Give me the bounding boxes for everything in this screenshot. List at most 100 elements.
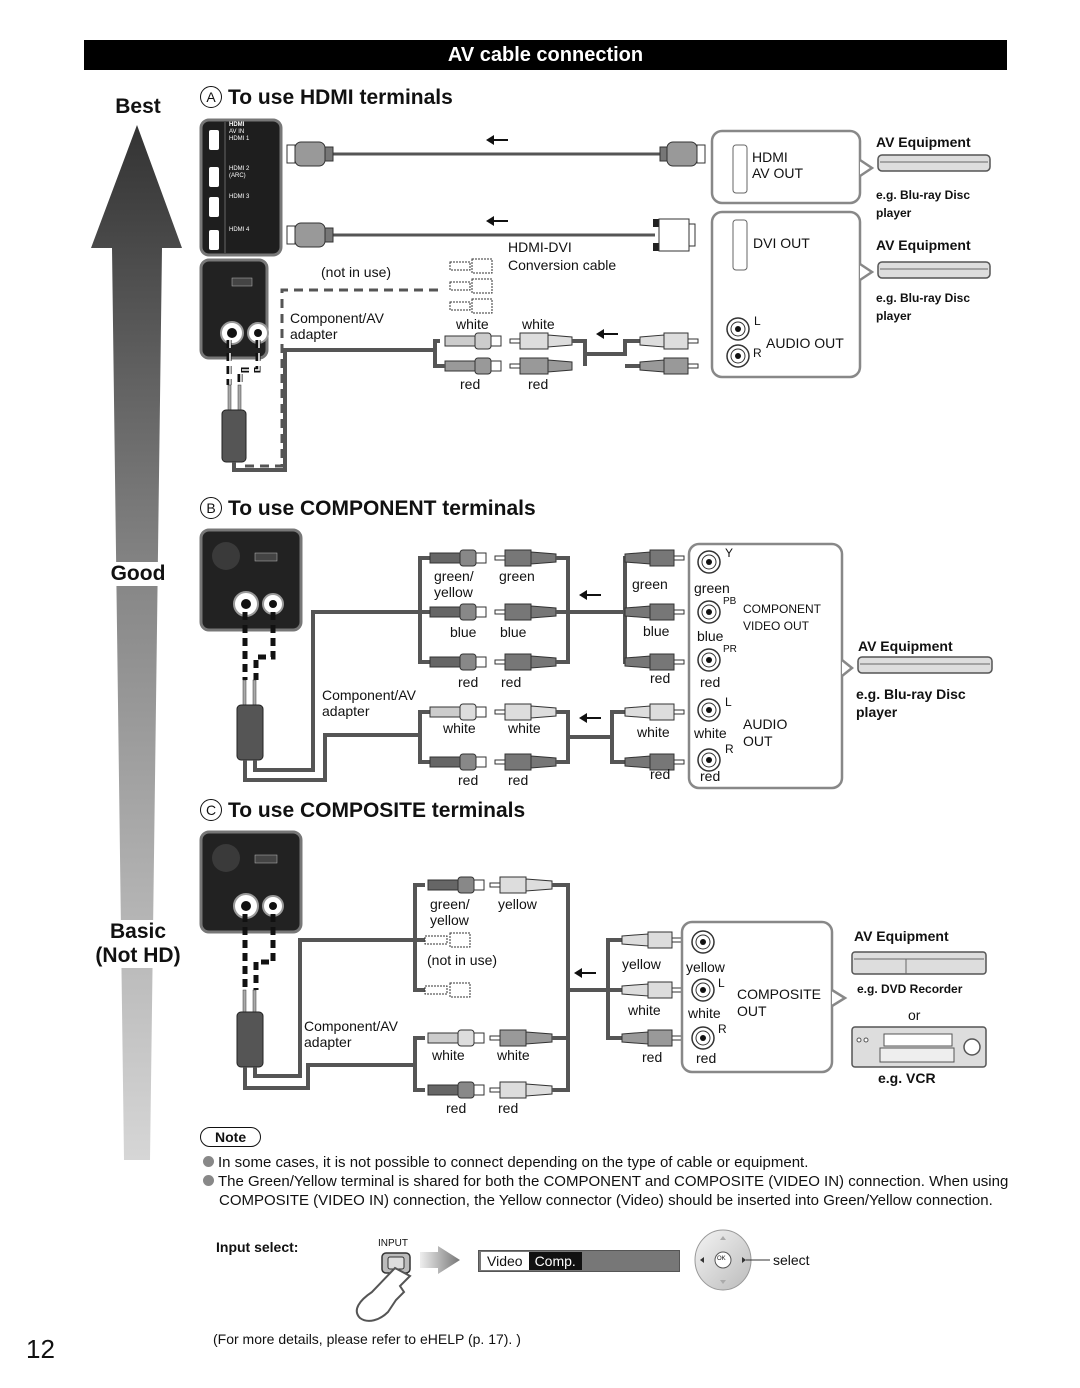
blue-label: blue: [450, 624, 477, 640]
caption-line2: player: [876, 309, 912, 323]
osd-option-video[interactable]: Video: [481, 1252, 529, 1270]
jack-red-label: red: [700, 674, 721, 690]
adapter-line1: Component/AV: [322, 687, 416, 703]
input-select-label: Input select:: [216, 1239, 299, 1255]
av-equipment-title: AV Equipment: [854, 928, 949, 944]
src-white-label: white: [637, 724, 670, 740]
src-red-label: red: [650, 766, 671, 782]
green-yellow-line2: yellow: [430, 912, 469, 928]
caption-line1: e.g. Blu-ray Disc: [856, 686, 966, 702]
section-a-letter: A: [200, 86, 222, 108]
equipment-caption: e.g. Blu-ray Disc player: [876, 186, 970, 222]
vcr-caption: e.g. VCR: [878, 1070, 936, 1086]
note-bullet-text: In some cases, it is not possible to con…: [218, 1154, 809, 1171]
audio-r-label: R: [753, 346, 762, 360]
src-blue-label: blue: [643, 623, 670, 639]
bullet-icon: [203, 1156, 214, 1167]
jack-red-label: red: [700, 768, 721, 784]
src-white-label: white: [628, 1002, 661, 1018]
adapter-line2: adapter: [290, 326, 338, 342]
quality-arrow-icon: [91, 125, 182, 1160]
hdmi-out-line1: HDMI: [752, 149, 788, 165]
select-label: select: [773, 1252, 810, 1268]
red-label: red: [498, 1100, 519, 1116]
footer-reference: (For more details, please refer to eHELP…: [213, 1331, 521, 1347]
av-equipment-title: AV Equipment: [876, 134, 971, 150]
pointing-hand-icon: [355, 1266, 412, 1322]
jack-green-label: green: [694, 580, 730, 596]
red-label: red: [446, 1100, 467, 1116]
section-c-letter: C: [200, 799, 222, 821]
level-basic-line1: Basic: [109, 920, 167, 943]
jack-y-label: Y: [725, 546, 734, 560]
white-label: white: [432, 1047, 465, 1063]
section-a-title-text: To use HDMI terminals: [228, 86, 453, 109]
composite-line2: OUT: [737, 1003, 767, 1019]
av-equipment-title: AV Equipment: [858, 638, 953, 654]
audio-line2: OUT: [743, 733, 773, 749]
hdmi-out-line2: AV OUT: [752, 165, 804, 181]
av-in-label: AV IN: [229, 129, 245, 135]
not-in-use-label: (not in use): [321, 264, 392, 280]
white-label: white: [508, 720, 541, 736]
green-yellow-line1: green/: [430, 896, 470, 912]
jack-l-label: L: [725, 695, 732, 709]
hdmi-dvi-label: HDMI-DVI Conversion cable: [508, 239, 616, 273]
src-red-label: red: [642, 1049, 663, 1065]
red-label: red: [460, 376, 481, 392]
hdmi-logo: HDMI: [229, 122, 245, 128]
caption-line1: e.g. Blu-ray Disc: [876, 188, 971, 202]
osd-option-comp-selected[interactable]: Comp.: [528, 1252, 582, 1270]
blue-label: blue: [500, 624, 527, 640]
component-video-out-label: COMPONENT VIDEO OUT: [743, 601, 821, 635]
section-b-title: B To use COMPONENT terminals: [200, 497, 536, 521]
src-green-label: green: [632, 576, 668, 592]
adapter-line1: Component/AV: [290, 310, 384, 326]
av-equipment-title: AV Equipment: [876, 237, 971, 253]
dvd-recorder-caption: e.g. DVD Recorder: [857, 982, 963, 996]
component-line1: COMPONENT: [743, 602, 821, 616]
level-basic: Basic (Not HD): [83, 920, 193, 968]
green-yellow-line2: yellow: [434, 584, 473, 600]
white-label: white: [443, 720, 476, 736]
note-bullet-text: The Green/Yellow terminal is shared for …: [218, 1173, 1009, 1209]
green-yellow-line1: green/: [434, 568, 474, 584]
equipment-caption: e.g. Blu-ray Disc player: [856, 685, 966, 721]
caption-line1: e.g. Blu-ray Disc: [876, 291, 971, 305]
red-label: red: [508, 772, 529, 788]
hdmi-port-1: HDMI 1: [229, 136, 250, 142]
section-c-title-text: To use COMPOSITE terminals: [228, 799, 526, 822]
level-basic-line2: (Not HD): [95, 944, 181, 967]
jack-yellow-label: yellow: [686, 959, 725, 975]
level-good: Good: [83, 562, 193, 586]
audio-line1: AUDIO: [743, 716, 788, 732]
white-label: white: [497, 1047, 530, 1063]
jack-pr-label: PR: [723, 644, 737, 655]
caption-line2: player: [856, 704, 898, 720]
audio-l-label: L: [754, 314, 761, 328]
section-c-title: C To use COMPOSITE terminals: [200, 799, 525, 823]
caption-line2: player: [876, 206, 912, 220]
jack-blue-label: blue: [697, 628, 724, 644]
note-bullet: The Green/Yellow terminal is shared for …: [203, 1172, 1019, 1210]
jack-l-label: L: [718, 976, 725, 990]
src-red-label: red: [650, 670, 671, 686]
green-label: green: [499, 568, 535, 584]
white-label: white: [456, 316, 489, 332]
ok-label[interactable]: OK: [717, 1256, 726, 1262]
not-in-use-label: (not in use): [427, 952, 498, 968]
input-button[interactable]: [382, 1253, 410, 1273]
jack-white-label: white: [694, 725, 727, 741]
red-label: red: [528, 376, 549, 392]
note-bullet: In some cases, it is not possible to con…: [203, 1153, 1003, 1172]
level-best: Best: [83, 95, 193, 119]
green-yellow-label: green/ yellow: [430, 896, 470, 928]
adapter-line2: adapter: [322, 703, 370, 719]
hdmi-av-out-label: HDMI AV OUT: [752, 149, 803, 181]
input-button-label: INPUT: [378, 1238, 408, 1249]
hdmi-port-3: HDMI 3: [229, 194, 250, 200]
equipment-caption: e.g. Blu-ray Disc player: [876, 289, 970, 325]
adapter-label-b: Component/AV adapter: [322, 687, 416, 719]
hdmi-panel-labels: HDMI AV IN HDMI 1 HDMI 2 (ARC) HDMI 3 HD…: [229, 122, 253, 234]
hdmi-port-2: HDMI 2 (ARC): [229, 166, 250, 179]
